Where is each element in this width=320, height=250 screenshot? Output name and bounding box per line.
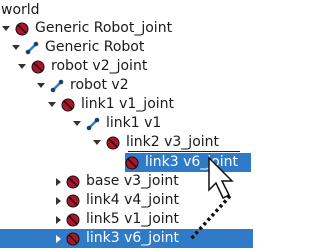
expand-arrow-down-icon[interactable] — [18, 64, 26, 69]
expand-arrow-down-icon[interactable] — [93, 140, 101, 145]
tree-item[interactable]: Generic Robot_joint — [2, 19, 172, 38]
joint-icon — [66, 213, 80, 227]
joint-icon — [66, 194, 80, 208]
expand-arrow-right-icon[interactable] — [56, 215, 61, 224]
tree-item-world[interactable]: world — [1, 1, 40, 20]
tree-item[interactable]: link1 v1 — [73, 114, 161, 133]
tree-item-label: link2 v3_joint — [126, 134, 220, 150]
tree-item[interactable]: base v3_joint — [56, 172, 179, 191]
tree-item-label: link4 v4_joint — [86, 192, 180, 208]
expand-arrow-down-icon[interactable] — [2, 26, 10, 31]
joint-icon — [66, 175, 80, 189]
tree-item[interactable]: robot v2_joint — [18, 57, 147, 76]
drag-ghost-label: link3 v6_joint — [145, 154, 239, 170]
tree-item-label: Generic Robot — [45, 39, 145, 55]
tree-item-label: world — [1, 2, 40, 18]
joint-icon — [66, 232, 80, 246]
expand-arrow-down-icon[interactable] — [37, 83, 45, 88]
expand-arrow-right-icon[interactable] — [56, 234, 61, 243]
tree-item-label: base v3_joint — [86, 173, 179, 189]
tree-item-label: link5 v1_joint — [86, 211, 180, 227]
joint-icon — [15, 22, 29, 36]
joint-icon — [125, 156, 139, 170]
joint-icon — [61, 98, 75, 112]
expand-arrow-down-icon[interactable] — [73, 121, 81, 126]
tree-item[interactable]: link4 v4_joint — [56, 191, 179, 210]
tree-item[interactable]: link1 v1_joint — [48, 95, 174, 114]
tree-item[interactable]: link3 v6_joint — [0, 229, 253, 248]
tree-item[interactable]: Generic Robot — [12, 38, 144, 57]
tree-item-label: link1 v1 — [106, 115, 162, 131]
tree-item-label: Generic Robot_joint — [35, 20, 173, 36]
link-icon — [25, 41, 39, 55]
expand-arrow-right-icon[interactable] — [56, 196, 61, 205]
tree-item[interactable]: robot v2 — [37, 76, 129, 95]
tree-item[interactable]: link2 v3_joint — [93, 133, 219, 152]
link-icon — [86, 117, 100, 131]
tree-item-label: robot v2_joint — [51, 58, 148, 74]
joint-icon — [106, 136, 120, 150]
tree-item-label: robot v2 — [70, 77, 129, 93]
drop-indicator-line — [128, 151, 240, 152]
tree-item[interactable]: link5 v1_joint — [56, 210, 179, 229]
expand-arrow-right-icon[interactable] — [56, 177, 61, 186]
scene-tree[interactable]: world Generic Robot_joint Generic Robot ro… — [0, 0, 253, 250]
tree-item-label: link3 v6_joint — [86, 230, 180, 246]
drag-ghost-item: link3 v6_joint — [125, 153, 251, 172]
tree-item-label: link1 v1_joint — [81, 96, 175, 112]
joint-icon — [31, 60, 45, 74]
link-icon — [50, 79, 64, 93]
expand-arrow-down-icon[interactable] — [12, 45, 20, 50]
expand-arrow-down-icon[interactable] — [48, 102, 56, 107]
